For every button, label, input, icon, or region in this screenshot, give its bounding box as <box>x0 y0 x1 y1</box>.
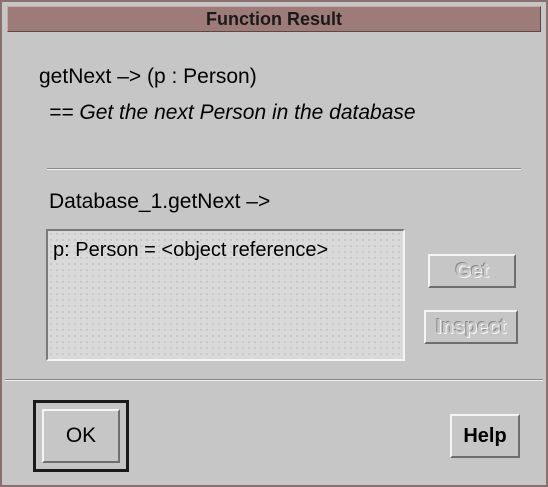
function-result-dialog: Function Result getNext –> (p : Person) … <box>0 0 548 487</box>
get-button[interactable]: Get <box>428 254 516 288</box>
call-expression: Database_1.getNext –> <box>49 190 271 213</box>
divider <box>47 168 521 170</box>
ok-button[interactable]: OK <box>42 409 120 463</box>
help-button[interactable]: Help <box>450 414 520 458</box>
title-bar[interactable]: Function Result <box>7 6 541 32</box>
result-list[interactable]: p: Person = <object reference> <box>46 229 405 361</box>
window-title: Function Result <box>206 9 342 29</box>
divider <box>5 379 543 381</box>
function-description: == Get the next Person in the database <box>49 101 416 124</box>
function-signature: getNext –> (p : Person) <box>39 65 257 88</box>
inspect-button[interactable]: Inspect <box>424 310 518 344</box>
result-item[interactable]: p: Person = <object reference> <box>53 239 328 262</box>
